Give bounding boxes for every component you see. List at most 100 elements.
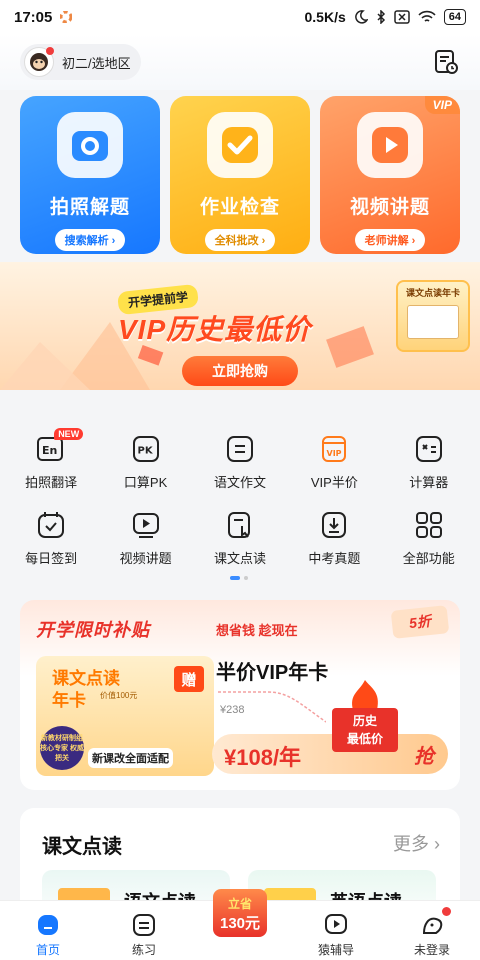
grade-selector[interactable]: 初二/选地区 — [20, 44, 141, 80]
grid-item-photo-translate[interactable]: NEW En 拍照翻译 — [6, 428, 96, 504]
vip-half-icon: VIP — [322, 436, 347, 462]
lowest-price-tag: 历史 最低价 — [332, 680, 398, 768]
savings-badge-amount: 130元 — [219, 915, 261, 932]
grid-item-daily-checkin[interactable]: 每日签到 — [6, 504, 96, 580]
vip-promo-banner[interactable]: 开学提前学 VIP历史最低价 立即抢购 课文点读年卡 — [0, 262, 480, 390]
grid-item-label: 口算PK — [123, 475, 168, 490]
reading-card-image: 课文点读年卡 — [396, 280, 470, 352]
grab-button[interactable]: 抢 — [414, 740, 434, 769]
practice-icon — [133, 914, 155, 936]
grid-item-label: 拍照翻译 — [25, 475, 78, 490]
avatar[interactable] — [24, 47, 54, 77]
page-dot — [244, 576, 248, 580]
grid-item-label: 中考真题 — [308, 551, 361, 566]
read-icon — [227, 512, 250, 538]
promo-left-footer: 新课改全面适配 — [88, 748, 173, 768]
essay-icon — [226, 436, 253, 462]
vip-badge: VIP — [424, 96, 460, 114]
expert-seal: 新教材研制组 核心专家 权威把关 — [40, 726, 84, 770]
banner-headline: VIP历史最低价 — [118, 314, 312, 345]
photo-solve-card[interactable]: 拍照解题 搜索解析 › — [20, 96, 160, 254]
bluetooth-icon — [377, 10, 385, 24]
exam-icon — [322, 512, 347, 538]
status-time: 17:05 — [14, 8, 53, 26]
grid-item-exam-papers[interactable]: 中考真题 — [289, 504, 379, 580]
profile-icon — [422, 917, 443, 934]
card-subtitle: 搜索解析 › — [54, 229, 126, 251]
tab-label: 猿辅导 — [317, 943, 354, 957]
grid-item-essay[interactable]: 语文作文 — [195, 428, 285, 504]
promo-subheading: 想省钱 趁现在 — [216, 623, 298, 638]
grid-item-all-features[interactable]: 全部功能 — [384, 504, 474, 580]
top-bar: 初二/选地区 — [0, 34, 480, 90]
svg-text:En: En — [42, 444, 57, 457]
section-title: 课文点读 — [42, 836, 122, 858]
homework-check-card[interactable]: 作业检查 全科批改 › — [170, 96, 310, 254]
pk-icon: PK — [132, 436, 159, 462]
card-title: 作业检查 — [199, 197, 280, 218]
flame-icon — [352, 680, 378, 710]
history-record-icon[interactable] — [432, 48, 460, 76]
all-features-icon — [415, 512, 442, 538]
grid-item-mental-math-pk[interactable]: PK 口算PK — [101, 428, 191, 504]
tab-label: 未登录 — [413, 943, 450, 957]
card-subtitle: 全科批改 › — [204, 229, 276, 251]
savings-badge[interactable]: 立省 130元 — [213, 889, 267, 937]
network-speed: 0.5K/s — [304, 9, 346, 25]
grid-page-indicator — [230, 576, 248, 580]
grid-item-video-explain[interactable]: 视频讲题 — [101, 504, 191, 580]
sim-off-icon — [394, 10, 410, 24]
svg-text:PK: PK — [137, 446, 153, 457]
price-bar[interactable]: ¥108/年 抢 — [212, 734, 448, 774]
old-price: ¥238 — [220, 704, 245, 716]
tab-profile[interactable]: 未登录 — [384, 901, 480, 960]
avatar-notification-dot — [46, 47, 54, 55]
reading-card-promo[interactable]: 课文点读 年卡 价值100元 赠 新教材研制组 核心专家 权威把关 新课改全面适… — [36, 656, 214, 776]
svg-text:VIP: VIP — [327, 449, 342, 458]
savings-badge-top: 立省 — [227, 897, 252, 911]
checkin-icon — [38, 512, 65, 538]
tab-home[interactable]: 首页 — [0, 901, 96, 960]
moon-icon — [354, 10, 368, 24]
page-dot-active — [230, 576, 240, 580]
checkmark-icon — [207, 112, 273, 178]
book-icon — [407, 305, 459, 339]
camera-icon — [57, 112, 123, 178]
tab-practice[interactable]: 练习 — [96, 901, 192, 960]
video-icon — [132, 513, 159, 538]
lowest-label-1: 历史 — [352, 714, 377, 728]
bottom-tab-bar: 首页 练习 立省 130元 猿辅导 未登录 — [0, 889, 480, 960]
current-price: ¥108/年 — [224, 745, 302, 770]
grid-item-label: VIP半价 — [310, 475, 358, 490]
function-grid: NEW En 拍照翻译 PK 口算PK 语文作文 VIP VIP半价 计算器 每… — [0, 428, 480, 578]
grid-item-calculator[interactable]: 计算器 — [384, 428, 474, 504]
lowest-label-2: 最低价 — [346, 732, 383, 746]
app-notification-icon — [60, 11, 73, 23]
buy-now-button[interactable]: 立即抢购 — [182, 356, 298, 386]
grid-item-label: 语文作文 — [213, 475, 266, 490]
tab-tutoring[interactable]: 猿辅导 — [288, 901, 384, 960]
card-title: 视频讲题 — [349, 197, 430, 218]
video-explain-card[interactable]: VIP 视频讲题 老师讲解 › — [320, 96, 460, 254]
gift-badge: 赠 — [174, 666, 204, 692]
card-subtitle: 老师讲解 › — [354, 229, 426, 251]
grid-item-text-reading[interactable]: 课文点读 — [195, 504, 285, 580]
profile-notification-dot — [442, 907, 451, 916]
grid-item-label: 视频讲题 — [119, 551, 172, 566]
tab-savings-promo[interactable]: 立省 130元 — [192, 889, 288, 960]
tab-label: 练习 — [131, 943, 156, 957]
grid-item-vip-half[interactable]: VIP VIP半价 — [289, 428, 379, 504]
subsidy-promo[interactable]: 开学限时补贴 想省钱 趁现在 5折 课文点读 年卡 价值100元 赠 新教材研制… — [20, 600, 460, 790]
grid-item-label: 全部功能 — [402, 551, 455, 566]
play-icon — [357, 112, 423, 178]
new-badge: NEW — [54, 428, 84, 440]
grid-item-label: 每日签到 — [25, 551, 78, 566]
grid-item-label: 计算器 — [409, 475, 449, 490]
wifi-icon — [418, 10, 436, 22]
reading-card-label: 课文点读年卡 — [405, 288, 460, 298]
status-bar: 17:05 0.5K/s 64 — [0, 0, 480, 34]
card-title: 拍照解题 — [49, 197, 130, 218]
grade-label: 初二/选地区 — [62, 55, 131, 71]
more-link[interactable]: 更多 › — [393, 830, 440, 856]
feature-cards: 拍照解题 搜索解析 › 作业检查 全科批改 › VIP 视频讲题 老师讲解 › — [20, 96, 460, 254]
